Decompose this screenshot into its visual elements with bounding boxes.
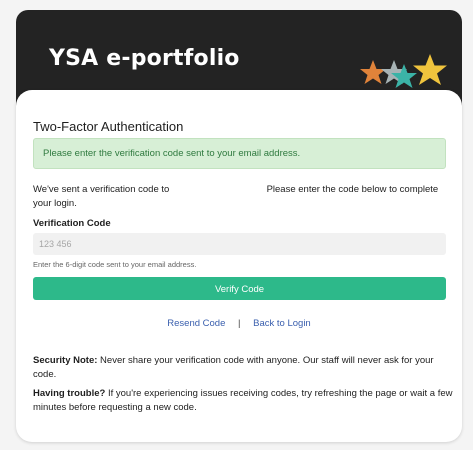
verify-code-button[interactable]: Verify Code xyxy=(33,277,446,300)
redacted-email xyxy=(172,182,264,193)
alert-message: Please enter the verification code sent … xyxy=(43,148,301,159)
intro-text: We've sent a verification code to Please… xyxy=(33,182,453,210)
verification-code-hint: Enter the 6-digit code sent to your emai… xyxy=(33,260,197,269)
back-to-login-link[interactable]: Back to Login xyxy=(253,318,311,329)
app-title: YSA e-portfolio xyxy=(49,46,240,71)
two-factor-card: Two-Factor Authentication Please enter t… xyxy=(16,90,462,442)
links-separator: | xyxy=(238,318,241,329)
info-alert: Please enter the verification code sent … xyxy=(33,138,446,169)
verification-code-label: Verification Code xyxy=(33,218,111,229)
page-background: YSA e-portfolio Two-Factor Authenticatio… xyxy=(0,0,473,450)
trouble-note-heading: Having trouble? xyxy=(33,388,106,399)
resend-code-link[interactable]: Resend Code xyxy=(167,318,225,329)
intro-text-before: We've sent a verification code to xyxy=(33,184,170,195)
star-orange-icon xyxy=(360,60,386,84)
star-yellow-icon xyxy=(413,54,447,85)
security-note: Security Note: Never share your verifica… xyxy=(33,354,453,381)
card-title: Two-Factor Authentication xyxy=(33,119,184,134)
verification-code-input[interactable] xyxy=(33,233,446,255)
trouble-note: Having trouble? If you're experiencing i… xyxy=(33,387,453,414)
auth-links: Resend Code | Back to Login xyxy=(16,318,462,329)
security-note-heading: Security Note: xyxy=(33,355,98,366)
